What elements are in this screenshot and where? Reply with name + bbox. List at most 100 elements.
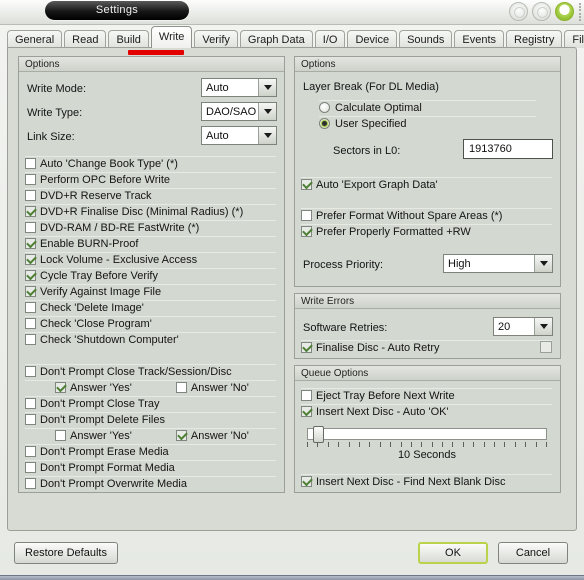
checkbox-icon[interactable] [301, 226, 312, 237]
tab-device[interactable]: Device [347, 30, 398, 48]
checkbox-icon[interactable] [301, 476, 312, 487]
write-mode-combo[interactable]: Auto [201, 78, 277, 97]
checkbox-row-insert-next-disc-auto-ok[interactable]: Insert Next Disc - Auto 'OK' [295, 404, 560, 419]
cancel-button[interactable]: Cancel [498, 542, 568, 564]
tab-verify[interactable]: Verify [194, 30, 238, 48]
slider-track[interactable] [307, 428, 547, 440]
tab-file-locations[interactable]: File Locations [564, 30, 584, 48]
checkbox-row-check-close-program[interactable]: Check 'Close Program' [19, 316, 284, 331]
checkbox-icon[interactable] [25, 334, 36, 345]
tab-general[interactable]: General [7, 30, 63, 48]
checkbox-icon[interactable] [25, 174, 36, 185]
answer-row-delete-files[interactable]: Answer 'Yes' Answer 'No' [19, 428, 284, 443]
checkbox-icon[interactable] [25, 462, 36, 473]
checkbox-row-dont-prompt-overwrite-media[interactable]: Don't Prompt Overwrite Media [19, 476, 284, 491]
checkbox-row-verify-against-image-file[interactable]: Verify Against Image File [19, 284, 284, 299]
sectors-in-l0-input[interactable]: 1913760 [463, 139, 553, 159]
checkbox-row-check-delete-image[interactable]: Check 'Delete Image' [19, 300, 284, 315]
checkbox-row-eject-tray-before-next-write[interactable]: Eject Tray Before Next Write [295, 388, 560, 403]
checkbox-icon[interactable] [25, 270, 36, 281]
radio-row-calculate-optimal[interactable]: Calculate Optimal [319, 100, 544, 115]
slider-thumb[interactable] [313, 426, 324, 443]
checkbox-row-dont-prompt-erase-media[interactable]: Don't Prompt Erase Media [19, 444, 284, 459]
tab-sounds[interactable]: Sounds [399, 30, 453, 48]
write-type-combo[interactable]: DAO/SAO [201, 102, 277, 121]
checkbox-row-dont-prompt-delete-files[interactable]: Don't Prompt Delete Files [19, 412, 284, 427]
checkbox-row-dvdr-reserve-track[interactable]: DVD+R Reserve Track [19, 188, 284, 203]
restore-defaults-button[interactable]: Restore Defaults [14, 542, 118, 564]
process-priority-combo[interactable]: High [443, 254, 553, 273]
answer-row-close-track[interactable]: Answer 'Yes' Answer 'No' [19, 380, 284, 395]
checkbox-label: Eject Tray Before Next Write [316, 389, 455, 402]
checkbox-row-auto-export-graph-data[interactable]: Auto 'Export Graph Data' [295, 177, 560, 192]
chevron-down-icon[interactable] [258, 127, 276, 144]
checkbox-icon[interactable] [301, 210, 312, 221]
sectors-in-l0-label: Sectors in L0: [333, 145, 401, 157]
checkbox-icon[interactable] [25, 414, 36, 425]
checkbox-icon[interactable] [175, 430, 187, 441]
checkbox-row-dont-prompt-format-media[interactable]: Don't Prompt Format Media [19, 460, 284, 475]
checkbox-icon[interactable] [25, 366, 36, 377]
checkbox-row-enable-burn-proof[interactable]: Enable BURN-Proof [19, 236, 284, 251]
checkbox-icon[interactable] [55, 382, 66, 393]
tab-graph-data[interactable]: Graph Data [239, 30, 313, 48]
checkbox-icon[interactable] [25, 302, 36, 313]
checkbox-icon[interactable] [25, 158, 36, 169]
ok-button[interactable]: OK [418, 542, 488, 564]
checkbox-icon[interactable] [25, 446, 36, 457]
checkbox-icon[interactable] [25, 478, 36, 489]
checkbox-row-finalise-disc-auto-retry[interactable]: Finalise Disc - Auto Retry [295, 340, 560, 355]
checkbox-row-prefer-properly-formatted-rw[interactable]: Prefer Properly Formatted +RW [295, 224, 560, 239]
tab-registry[interactable]: Registry [506, 30, 563, 48]
tab-bar: General Read Build Write Verify Graph Da… [7, 26, 584, 48]
checkbox-label: Don't Prompt Overwrite Media [40, 477, 187, 490]
checkbox-icon[interactable] [301, 342, 312, 353]
checkbox-row-prefer-format-without-spare-areas[interactable]: Prefer Format Without Spare Areas (*) [295, 208, 560, 223]
radio-icon[interactable] [319, 102, 330, 113]
checkbox-label: Don't Prompt Delete Files [40, 413, 165, 426]
checkbox-icon[interactable] [25, 238, 36, 249]
checkbox-icon[interactable] [25, 254, 36, 265]
checkbox-row-dont-prompt-close-track[interactable]: Don't Prompt Close Track/Session/Disc [19, 364, 284, 379]
checkbox-row-auto-change-book-type[interactable]: Auto 'Change Book Type' (*) [19, 156, 284, 171]
checkbox-icon[interactable] [25, 222, 36, 233]
maximize-icon[interactable] [532, 2, 551, 21]
radio-row-user-specified[interactable]: User Specified [319, 116, 544, 131]
checkbox-row-dvdr-finalise-disc[interactable]: DVD+R Finalise Disc (Minimal Radius) (*) [19, 204, 284, 219]
checkbox-icon[interactable] [55, 430, 66, 441]
radio-icon[interactable] [319, 118, 330, 129]
tab-write[interactable]: Write [150, 26, 193, 48]
checkbox-icon[interactable] [301, 406, 312, 417]
chevron-down-icon[interactable] [258, 103, 276, 120]
checkbox-row-dvdram-bdre-fastwrite[interactable]: DVD-RAM / BD-RE FastWrite (*) [19, 220, 284, 235]
write-type-value: DAO/SAO [206, 105, 257, 118]
tab-build[interactable]: Build [108, 30, 149, 48]
checkbox-row-lock-volume[interactable]: Lock Volume - Exclusive Access [19, 252, 284, 267]
checkbox-row-check-shutdown-computer[interactable]: Check 'Shutdown Computer' [19, 332, 284, 347]
left-options-group: Options Write Mode: Auto Write Type: DAO… [18, 56, 285, 493]
checkbox-icon[interactable] [25, 206, 36, 217]
checkbox-icon[interactable] [540, 341, 552, 353]
checkbox-icon[interactable] [301, 390, 312, 401]
chevron-down-icon[interactable] [534, 255, 552, 272]
checkbox-row-insert-next-disc-find-next-blank[interactable]: Insert Next Disc - Find Next Blank Disc [295, 474, 560, 489]
checkbox-row-cycle-tray-before-verify[interactable]: Cycle Tray Before Verify [19, 268, 284, 283]
software-retries-combo[interactable]: 20 [493, 317, 553, 336]
checkbox-icon[interactable] [25, 286, 36, 297]
checkbox-icon[interactable] [25, 398, 36, 409]
checkbox-icon[interactable] [25, 190, 36, 201]
chevron-down-icon[interactable] [534, 318, 552, 335]
tab-read[interactable]: Read [64, 30, 107, 48]
tab-events[interactable]: Events [454, 30, 505, 48]
checkbox-icon[interactable] [175, 382, 187, 393]
tab-io[interactable]: I/O [314, 30, 346, 48]
checkbox-icon[interactable] [25, 318, 36, 329]
link-size-combo[interactable]: Auto [201, 126, 277, 145]
chevron-down-icon[interactable] [258, 79, 276, 96]
insert-next-disc-delay-slider[interactable]: 10 Seconds [307, 426, 547, 470]
minimize-icon[interactable] [509, 2, 528, 21]
checkbox-row-dont-prompt-close-tray[interactable]: Don't Prompt Close Tray [19, 396, 284, 411]
checkbox-row-perform-opc-before-write[interactable]: Perform OPC Before Write [19, 172, 284, 187]
checkbox-icon[interactable] [301, 179, 312, 190]
close-icon[interactable] [555, 2, 574, 21]
